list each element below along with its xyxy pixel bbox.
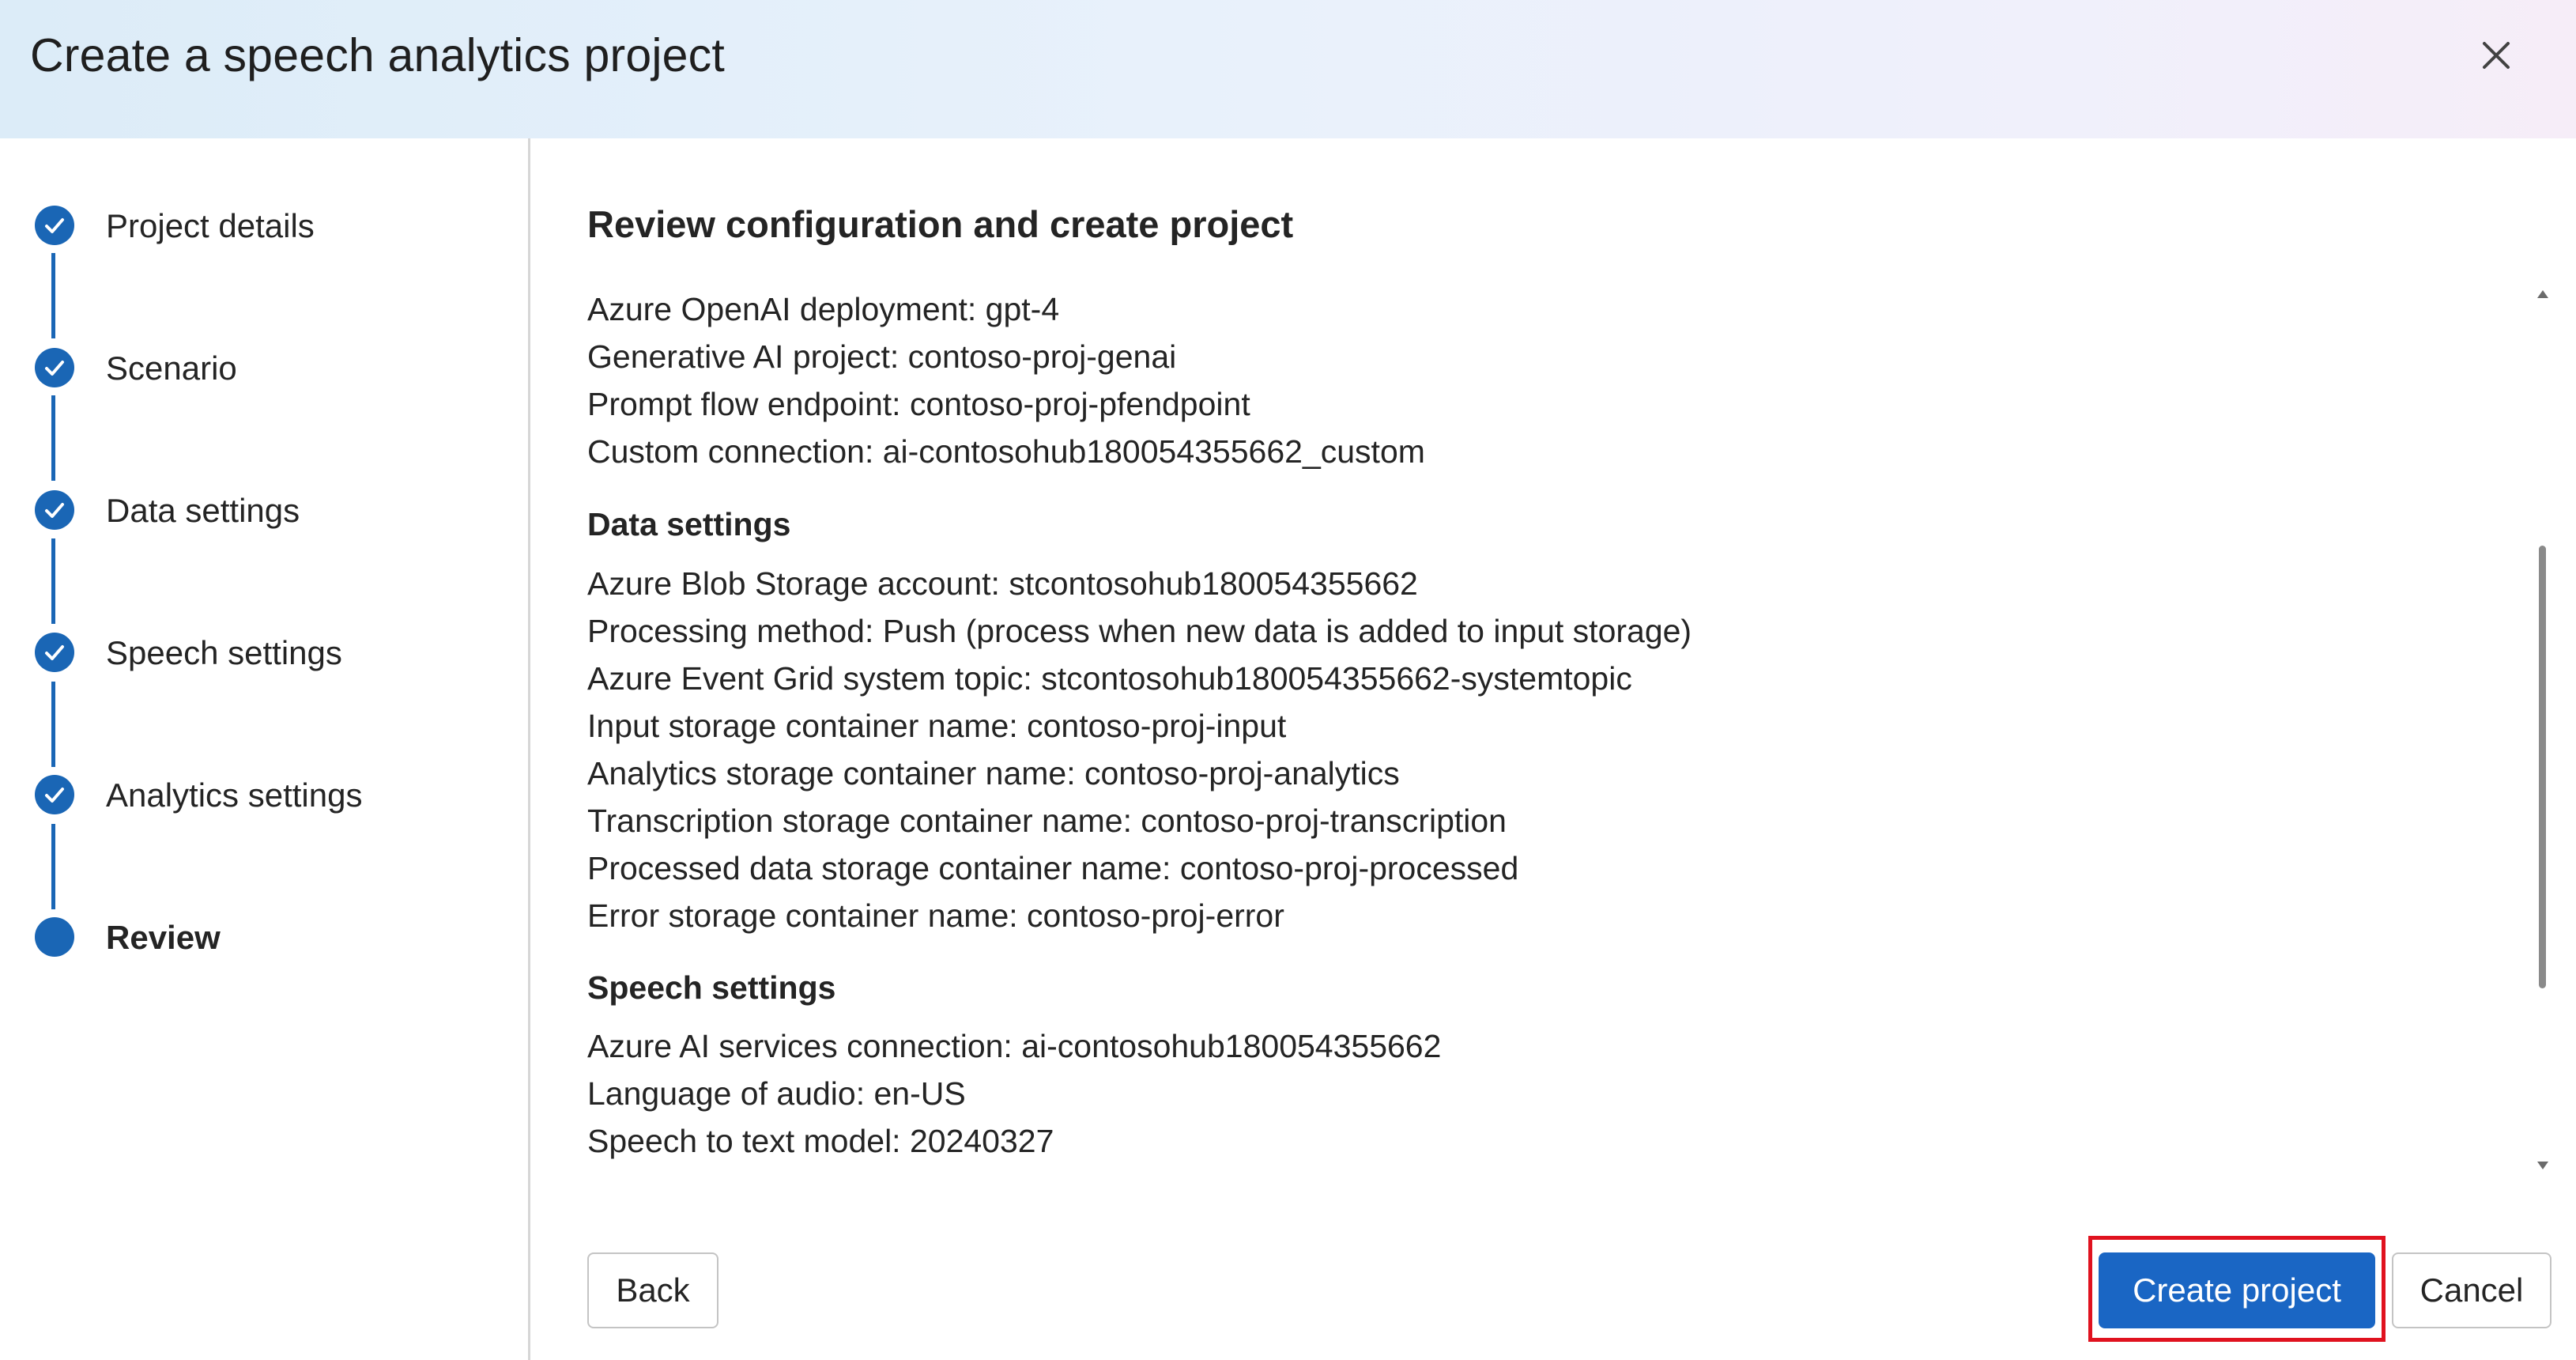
checkmark-icon xyxy=(35,775,74,814)
review-line: Speech to text model: 20240327 xyxy=(587,1123,1054,1159)
step-connector xyxy=(51,253,55,338)
scroll-up-arrow-icon[interactable] xyxy=(2535,288,2551,300)
step-connector xyxy=(51,538,55,624)
step-label: Scenario xyxy=(106,349,237,387)
step-connector xyxy=(51,824,55,909)
review-title: Review configuration and create project xyxy=(587,203,1294,245)
step-label: Project details xyxy=(106,207,315,244)
review-line: Error storage container name: contoso-pr… xyxy=(587,897,1284,934)
step-label: Analytics settings xyxy=(106,776,363,814)
section-heading-speech-settings: Speech settings xyxy=(587,969,836,1006)
review-line: Prompt flow endpoint: contoso-proj-pfend… xyxy=(587,386,1250,422)
dialog-header: Create a speech analytics project xyxy=(0,0,2576,138)
dialog-title: Create a speech analytics project xyxy=(30,29,725,81)
step-label: Speech settings xyxy=(106,634,342,671)
review-line: Processed data storage container name: c… xyxy=(587,850,1519,886)
review-line: Custom connection: ai-contosohub18005435… xyxy=(587,433,1425,470)
scrollbar-thumb[interactable] xyxy=(2539,546,2546,988)
cancel-button[interactable]: Cancel xyxy=(2392,1252,2551,1328)
review-line: Language of audio: en-US xyxy=(587,1075,966,1112)
checkmark-icon xyxy=(35,348,74,387)
review-line: Analytics storage container name: contos… xyxy=(587,755,1400,791)
review-line: Transcription storage container name: co… xyxy=(587,803,1507,839)
review-line: Azure Blob Storage account: stcontosohub… xyxy=(587,565,1418,602)
step-connector xyxy=(51,395,55,481)
review-line: Generative AI project: contoso-proj-gena… xyxy=(587,338,1177,375)
close-icon[interactable] xyxy=(2472,32,2520,79)
step-connector xyxy=(51,682,55,767)
checkmark-icon xyxy=(35,206,74,245)
create-project-button[interactable]: Create project xyxy=(2099,1252,2375,1328)
step-label: Review xyxy=(106,919,221,956)
checkmark-icon xyxy=(35,633,74,672)
back-button[interactable]: Back xyxy=(587,1252,718,1328)
checkmark-icon xyxy=(35,490,74,530)
review-line: Azure OpenAI deployment: gpt-4 xyxy=(587,291,1060,327)
review-line: Processing method: Push (process when ne… xyxy=(587,613,1692,649)
step-label: Data settings xyxy=(106,492,300,529)
section-heading-data-settings: Data settings xyxy=(587,506,791,542)
sidebar-divider xyxy=(528,138,530,1360)
review-line: Azure AI services connection: ai-contoso… xyxy=(587,1028,1442,1064)
review-line: Azure Event Grid system topic: stcontoso… xyxy=(587,660,1632,697)
review-line: Input storage container name: contoso-pr… xyxy=(587,708,1287,744)
scroll-down-arrow-icon[interactable] xyxy=(2535,1159,2551,1172)
current-step-icon xyxy=(35,917,74,957)
